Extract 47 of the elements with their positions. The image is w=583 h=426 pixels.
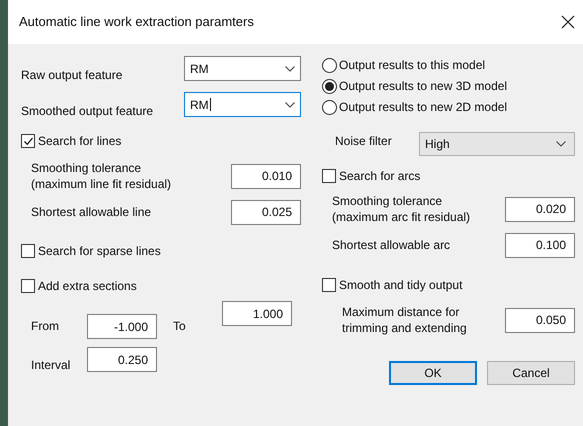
- field-label: To: [173, 318, 187, 335]
- number-field[interactable]: 0.050: [505, 308, 575, 332]
- field-label: Smoothed output feature: [21, 103, 154, 120]
- field-label: Smoothing tolerance (maximum line fit residual): [31, 160, 172, 192]
- number-field[interactable]: 0.250: [87, 347, 157, 372]
- chevron-down-icon: [556, 141, 566, 147]
- field-label: Smoothing tolerance (maximum arc fit residual): [332, 193, 472, 225]
- checkbox-label: Search for sparse lines: [38, 243, 161, 260]
- radio-label: Output results to new 2D model: [339, 99, 508, 116]
- close-icon[interactable]: [561, 15, 575, 29]
- number-field[interactable]: 0.020: [505, 196, 575, 222]
- chevron-down-icon: [285, 102, 295, 108]
- text-cursor: [210, 98, 211, 111]
- dropdown[interactable]: High: [419, 132, 575, 156]
- window-title: Automatic line work extraction paramters: [19, 13, 254, 32]
- field-label: Raw output feature: [21, 67, 122, 84]
- checkmark-icon: [22, 136, 34, 146]
- radio-button[interactable]: [322, 100, 337, 114]
- field-label: Interval: [31, 357, 72, 374]
- field-label: Shortest allowable arc: [332, 237, 452, 253]
- field-label: From: [31, 318, 60, 335]
- number-field[interactable]: -1.000: [87, 314, 157, 339]
- checkbox[interactable]: [21, 134, 35, 148]
- checkbox[interactable]: [322, 169, 336, 183]
- cancel-button[interactable]: Cancel: [487, 361, 575, 385]
- checkbox-label: Search for lines: [38, 133, 122, 150]
- field-label: Maximum distance for trimming and extending: [342, 304, 468, 336]
- dropdown[interactable]: RM: [184, 56, 301, 81]
- radio-button[interactable]: [322, 58, 337, 72]
- dropdown[interactable]: RM: [184, 92, 301, 117]
- ok-button[interactable]: OK: [389, 361, 477, 385]
- checkbox[interactable]: [322, 278, 336, 292]
- number-field[interactable]: 1.000: [222, 301, 292, 326]
- checkbox[interactable]: [21, 279, 35, 293]
- field-label: Shortest allowable line: [31, 204, 152, 220]
- checkbox[interactable]: [21, 244, 35, 258]
- field-label: Noise filter: [335, 133, 393, 150]
- number-field[interactable]: 0.010: [231, 164, 301, 188]
- radio-button[interactable]: [322, 78, 337, 94]
- number-field[interactable]: 0.025: [231, 200, 301, 224]
- chevron-down-icon: [285, 66, 295, 72]
- checkbox-label: Add extra sections: [38, 278, 137, 295]
- radio-label: Output results to this model: [339, 57, 486, 74]
- radio-label: Output results to new 3D model: [339, 78, 508, 95]
- checkbox-label: Smooth and tidy output: [339, 277, 462, 294]
- number-field[interactable]: 0.100: [505, 232, 575, 258]
- checkbox-label: Search for arcs: [339, 168, 420, 185]
